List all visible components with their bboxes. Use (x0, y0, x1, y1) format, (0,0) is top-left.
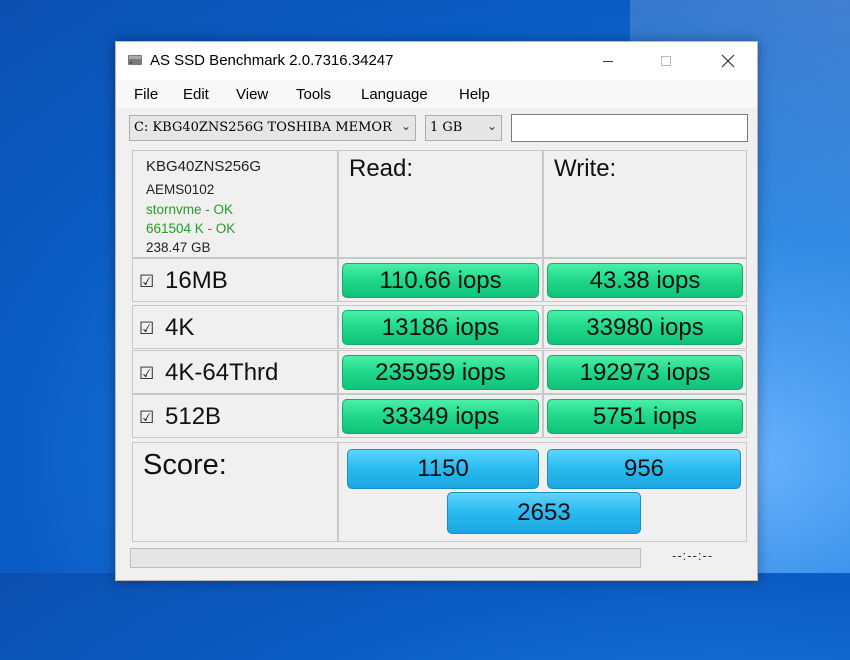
read-score: 1150 (347, 449, 539, 489)
write-header-cell: Write: (543, 150, 747, 258)
read-result-512b: 33349 iops (342, 399, 539, 434)
total-score: 2653 (447, 492, 641, 534)
test-name: 16MB (165, 267, 228, 294)
read-result-cell: 235959 iops (338, 350, 543, 394)
read-result-cell: 33349 iops (338, 394, 543, 438)
write-result-4k: 33980 iops (547, 310, 743, 345)
test-size-select[interactable]: 1 GB ⌄ (425, 115, 502, 141)
test-checkbox-4k-64thrd[interactable]: ☑ (139, 364, 154, 384)
close-button[interactable] (699, 42, 757, 80)
read-result-4k-64thrd: 235959 iops (342, 355, 539, 390)
test-size-value: 1 GB (430, 120, 463, 135)
drive-select-value: C: KBG40ZNS256G TOSHIBA MEMORY (134, 120, 392, 135)
drive-model: KBG40ZNS256G (146, 158, 262, 175)
alignment-status: 661504 K - OK (146, 221, 236, 236)
read-result-16mb: 110.66 iops (342, 263, 539, 298)
drive-select[interactable]: C: KBG40ZNS256G TOSHIBA MEMORY ⌄ (129, 115, 416, 141)
score-label-cell: Score: (132, 442, 338, 542)
drive-info-panel: KBG40ZNS256G AEMS0102 stornvme - OK 6615… (132, 150, 338, 258)
drive-capacity: 238.47 GB (146, 240, 211, 255)
test-checkbox-512b[interactable]: ☑ (139, 408, 154, 428)
elapsed-time: --:--:-- (672, 548, 714, 563)
maximize-button[interactable] (637, 42, 695, 80)
test-name: 512B (165, 403, 222, 430)
chevron-down-icon: ⌄ (486, 119, 497, 133)
driver-status: stornvme - OK (146, 202, 234, 217)
write-result-16mb: 43.38 iops (547, 263, 743, 298)
menu-language[interactable]: Language (361, 86, 428, 103)
read-header-cell: Read: (338, 150, 543, 258)
write-result-cell: 5751 iops (543, 394, 747, 438)
read-result-4k: 13186 iops (342, 310, 539, 345)
test-name: 4K (165, 314, 195, 341)
write-result-cell: 43.38 iops (543, 258, 747, 302)
menu-tools[interactable]: Tools (296, 86, 331, 103)
chevron-down-icon: ⌄ (400, 119, 411, 133)
read-header: Read: (349, 155, 414, 182)
write-result-cell: 192973 iops (543, 350, 747, 394)
menu-file[interactable]: File (134, 86, 158, 103)
read-result-cell: 110.66 iops (338, 258, 543, 302)
test-name: 4K-64Thrd (165, 359, 279, 386)
write-result-4k-64thrd: 192973 iops (547, 355, 743, 390)
test-row-512b: ☑ 512B (132, 394, 338, 438)
write-score: 956 (547, 449, 741, 489)
test-row-4k-64thrd: ☑ 4K-64Thrd (132, 350, 338, 394)
test-checkbox-4k[interactable]: ☑ (139, 319, 154, 339)
menu-help[interactable]: Help (459, 86, 490, 103)
score-label: Score: (143, 449, 227, 481)
maximize-icon (661, 56, 671, 66)
read-result-cell: 13186 iops (338, 305, 543, 349)
minimize-icon (603, 61, 613, 62)
write-result-cell: 33980 iops (543, 305, 747, 349)
as-ssd-window: AS SSD Benchmark 2.0.7316.34247 File Edi… (115, 41, 758, 581)
write-header: Write: (554, 155, 617, 182)
close-icon (721, 54, 735, 68)
test-row-16mb: ☑ 16MB (132, 258, 338, 302)
test-checkbox-16mb[interactable]: ☑ (139, 272, 154, 292)
drive-icon (128, 55, 142, 65)
window-title: AS SSD Benchmark 2.0.7316.34247 (150, 52, 394, 69)
minimize-button[interactable] (579, 42, 637, 80)
score-values-cell: 1150 956 2653 (338, 442, 747, 542)
menu-edit[interactable]: Edit (183, 86, 209, 103)
menu-view[interactable]: View (236, 86, 268, 103)
drive-firmware: AEMS0102 (146, 182, 215, 197)
write-result-512b: 5751 iops (547, 399, 743, 434)
menu-bar: File Edit View Tools Language Help (116, 80, 757, 108)
extra-input[interactable] (511, 114, 748, 142)
title-bar[interactable]: AS SSD Benchmark 2.0.7316.34247 (116, 42, 757, 80)
test-row-4k: ☑ 4K (132, 305, 338, 349)
progress-bar (130, 548, 641, 568)
